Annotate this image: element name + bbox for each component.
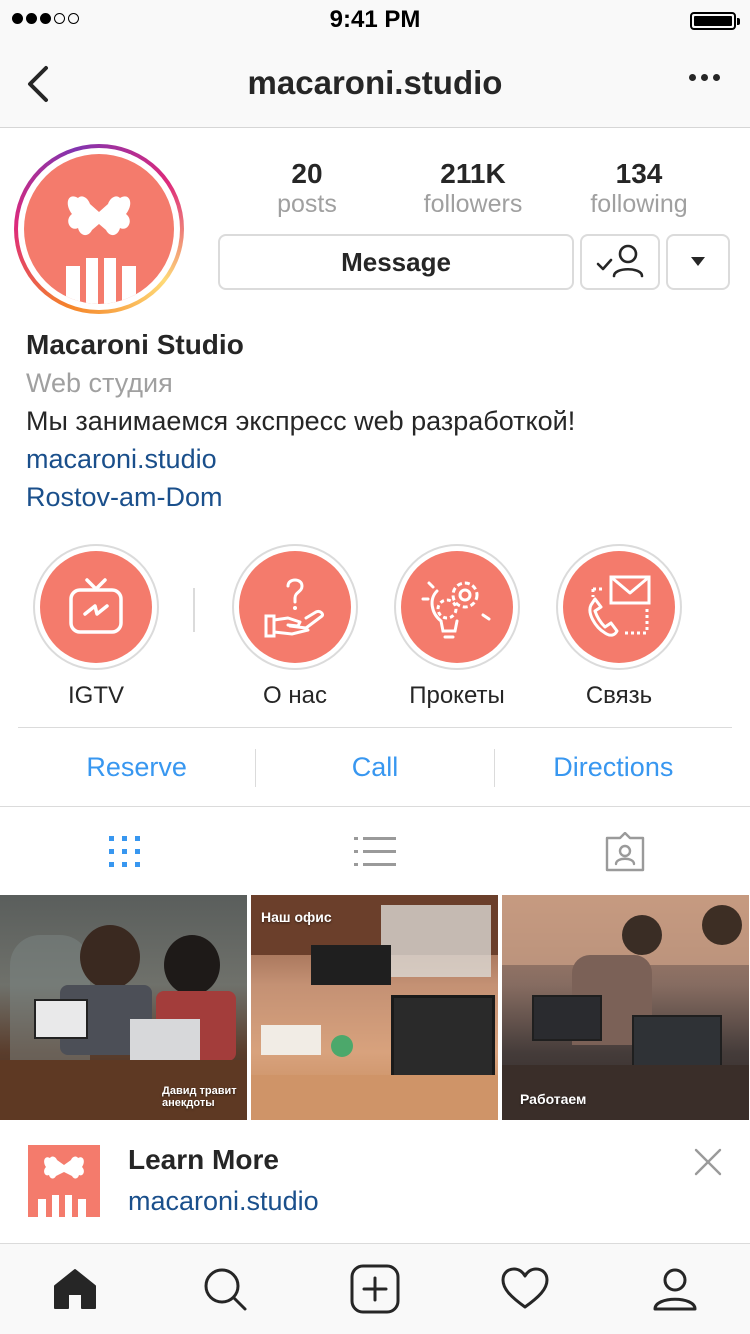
nav-home[interactable] — [0, 1244, 150, 1334]
search-icon — [204, 1268, 247, 1311]
page-title: macaroni.studio — [247, 64, 503, 101]
status-time: 9:41 PM — [329, 6, 421, 33]
profile-category: Web студия — [26, 368, 173, 398]
close-icon — [694, 1148, 722, 1176]
post-caption: Давид травит анекдоты — [162, 1085, 237, 1109]
business-actions: Reserve Call Directions — [18, 727, 732, 807]
nav-search[interactable] — [150, 1244, 300, 1334]
macaroni-logo-icon — [66, 196, 136, 304]
nav-new-post[interactable] — [300, 1244, 450, 1334]
grid-icon — [109, 835, 140, 867]
profile-stats: 20 posts 211K followers 134 following — [224, 158, 724, 218]
user-check-icon — [596, 244, 644, 278]
following-status-button[interactable] — [580, 234, 660, 290]
stat-value: 134 — [615, 158, 663, 189]
status-bar: 9:41 PM — [0, 0, 750, 40]
more-options-button[interactable] — [689, 74, 720, 81]
avatar — [24, 154, 174, 304]
promo-banner[interactable]: Learn More macaroni.studio — [0, 1120, 750, 1244]
heart-icon — [501, 1267, 549, 1309]
home-icon — [54, 1269, 96, 1309]
post-thumbnail[interactable]: Давид травит анекдоты — [0, 895, 247, 1120]
stat-label: following — [590, 190, 688, 218]
profile-header: macaroni.studio — [0, 40, 750, 128]
profile-tabs — [0, 806, 750, 896]
message-button[interactable]: Message — [218, 234, 574, 290]
stat-followers[interactable]: 211K followers — [390, 158, 556, 218]
post-caption: Работаем — [520, 1091, 587, 1107]
suggestions-dropdown-button[interactable] — [666, 234, 730, 290]
directions-button[interactable]: Directions — [495, 752, 732, 783]
promo-link[interactable]: macaroni.studio — [128, 1186, 319, 1217]
highlight-label: IGTV — [67, 682, 124, 709]
brand-logo — [28, 1145, 100, 1217]
stat-label: posts — [277, 190, 337, 218]
stat-label: followers — [423, 190, 523, 218]
triangle-down-icon — [691, 257, 705, 266]
highlight-divider — [193, 588, 195, 632]
call-button[interactable]: Call — [256, 752, 493, 783]
igtv-icon — [69, 578, 123, 634]
profile-name: Macaroni Studio — [26, 329, 244, 360]
stat-value: 20 — [291, 158, 323, 189]
story-highlights: IGTV О нас Прокеты Связь — [0, 544, 750, 714]
profile-location-link[interactable]: Rostov-am-Dom — [26, 478, 726, 516]
post-thumbnail[interactable]: Работаем — [502, 895, 749, 1120]
list-icon — [354, 836, 396, 866]
nav-profile[interactable] — [600, 1244, 750, 1334]
reserve-button[interactable]: Reserve — [18, 752, 255, 783]
highlight-igtv[interactable]: IGTV — [33, 544, 159, 710]
post-thumbnail[interactable]: Наш офис — [251, 895, 498, 1120]
highlight-label: Прокеты — [409, 682, 505, 709]
battery-icon — [690, 12, 740, 30]
tab-grid[interactable] — [0, 807, 250, 896]
nav-activity[interactable] — [450, 1244, 600, 1334]
highlight-projects[interactable]: Прокеты — [394, 544, 520, 710]
profile-website-link[interactable]: macaroni.studio — [26, 440, 726, 478]
avatar-story-ring[interactable] — [14, 144, 184, 314]
phone-envelope-icon — [588, 575, 651, 637]
highlight-label: О нас — [263, 682, 327, 709]
close-button[interactable] — [694, 1148, 722, 1176]
hand-question-icon — [264, 578, 324, 638]
stat-following[interactable]: 134 following — [556, 158, 722, 218]
highlight-contact[interactable]: Связь — [556, 544, 682, 710]
posts-grid: Давид травит анекдоты Наш офис Работаем — [0, 895, 750, 1120]
bottom-navigation — [0, 1244, 750, 1334]
profile-description: Мы занимаемся экспресс web разработкой! — [26, 406, 576, 436]
tagged-person-icon — [605, 831, 645, 871]
stat-posts[interactable]: 20 posts — [224, 158, 390, 218]
tab-tagged[interactable] — [500, 807, 750, 896]
highlight-label: Связь — [585, 682, 653, 709]
tab-list[interactable] — [250, 807, 500, 896]
macaroni-logo-icon — [38, 1156, 86, 1217]
post-caption: Наш офис — [261, 909, 332, 925]
promo-title[interactable]: Learn More — [128, 1144, 279, 1176]
profile-bio: Macaroni Studio Web студия Мы занимаемся… — [26, 326, 726, 516]
add-post-icon — [350, 1264, 400, 1314]
profile-icon — [653, 1268, 697, 1311]
lightbulb-gear-icon — [421, 581, 491, 639]
stat-value: 211K — [440, 158, 506, 189]
highlight-about[interactable]: О нас — [232, 544, 358, 710]
